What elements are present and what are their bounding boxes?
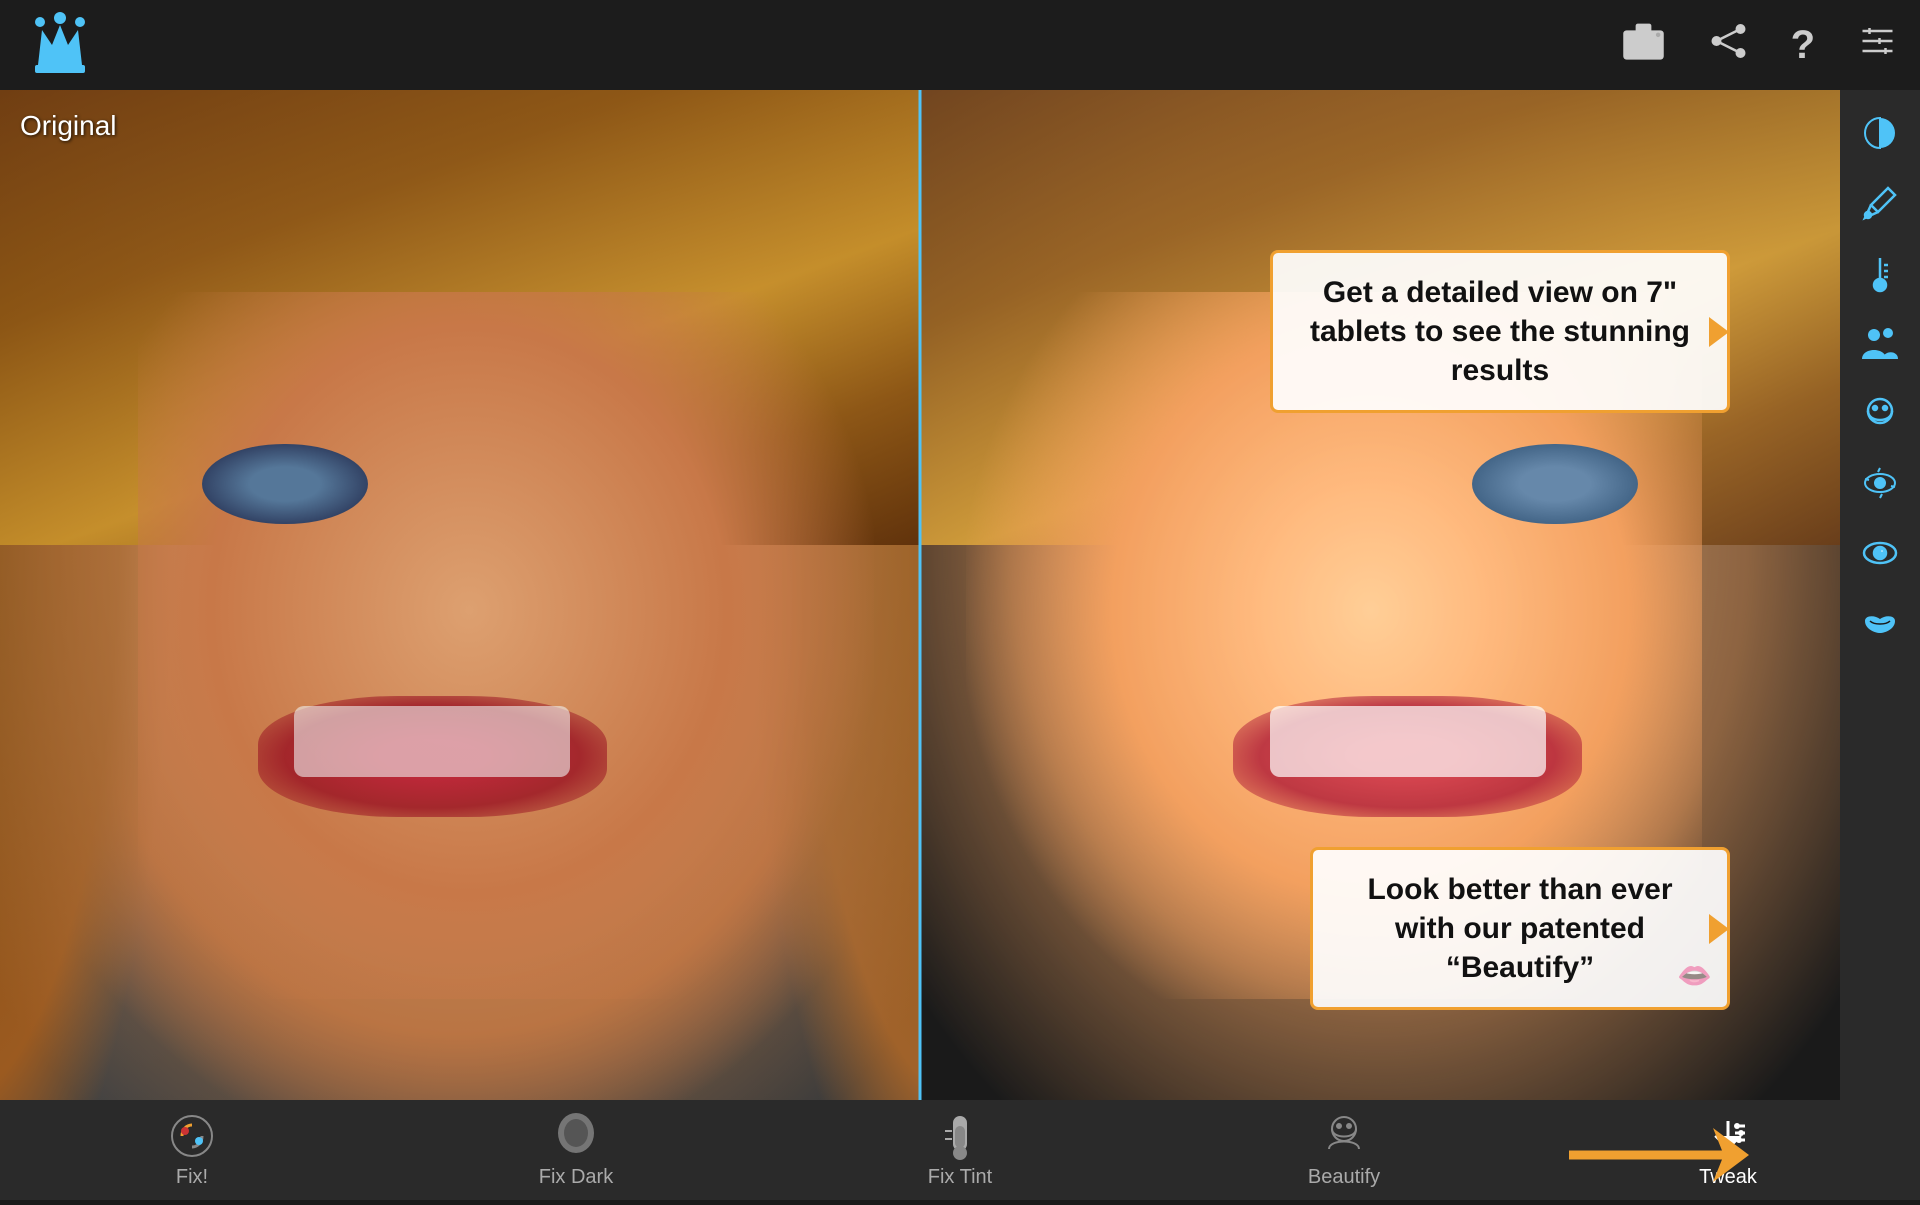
top-icons: ? xyxy=(1621,21,1900,70)
right-sidebar xyxy=(1840,90,1920,1100)
share-button[interactable] xyxy=(1706,21,1751,70)
sidebar-eye-rays-icon[interactable] xyxy=(1848,450,1913,515)
sidebar-lips-icon[interactable] xyxy=(1848,590,1913,655)
tooltip-arrow-1 xyxy=(1709,317,1729,347)
tooltip-tablets: Get a detailed view on 7" tablets to see… xyxy=(1270,250,1730,413)
sidebar-temperature-icon[interactable] xyxy=(1848,240,1913,305)
tooltip-tablets-text: Get a detailed view on 7" tablets to see… xyxy=(1298,273,1702,390)
beautify-tool[interactable]: Beautify xyxy=(1152,1100,1536,1200)
beautify-label: Beautify xyxy=(1308,1166,1380,1189)
fix-dark-tool[interactable]: Fix Dark xyxy=(384,1100,768,1200)
fix-tint-label: Fix Tint xyxy=(928,1166,992,1189)
arrow-indicator xyxy=(1540,1110,1720,1190)
fix-dark-label: Fix Dark xyxy=(539,1166,613,1189)
tooltip-beautify: Look better than ever with our patented … xyxy=(1310,847,1730,1010)
bottom-toolbar: Fix! Fix Dark Fix Tint Beautify xyxy=(0,1100,1920,1200)
fix-tint-tool[interactable]: Fix Tint xyxy=(768,1100,1152,1200)
original-image xyxy=(0,90,920,1100)
split-divider xyxy=(919,90,922,1100)
top-bar: ? xyxy=(0,0,1920,90)
original-label: Original xyxy=(20,110,116,142)
help-button[interactable]: ? xyxy=(1791,23,1815,68)
fix-label: Fix! xyxy=(176,1166,208,1189)
sidebar-people-icon[interactable] xyxy=(1848,310,1913,375)
sidebar-split-icon[interactable] xyxy=(1848,100,1913,165)
app-logo[interactable] xyxy=(20,5,100,85)
lips-icon: 👄 xyxy=(1677,959,1712,992)
main-image-area: Original Get a detailed view on 7" table… xyxy=(0,90,1840,1100)
settings-button[interactable] xyxy=(1855,21,1900,70)
tooltip-arrow-2 xyxy=(1709,914,1729,944)
fix-tool[interactable]: Fix! xyxy=(0,1100,384,1200)
sidebar-face-icon[interactable] xyxy=(1848,380,1913,445)
tooltip-beautify-text: Look better than ever with our patented … xyxy=(1338,870,1702,987)
sidebar-dropper-icon[interactable] xyxy=(1848,170,1913,235)
camera-button[interactable] xyxy=(1621,21,1666,70)
sidebar-eye-icon[interactable] xyxy=(1848,520,1913,585)
